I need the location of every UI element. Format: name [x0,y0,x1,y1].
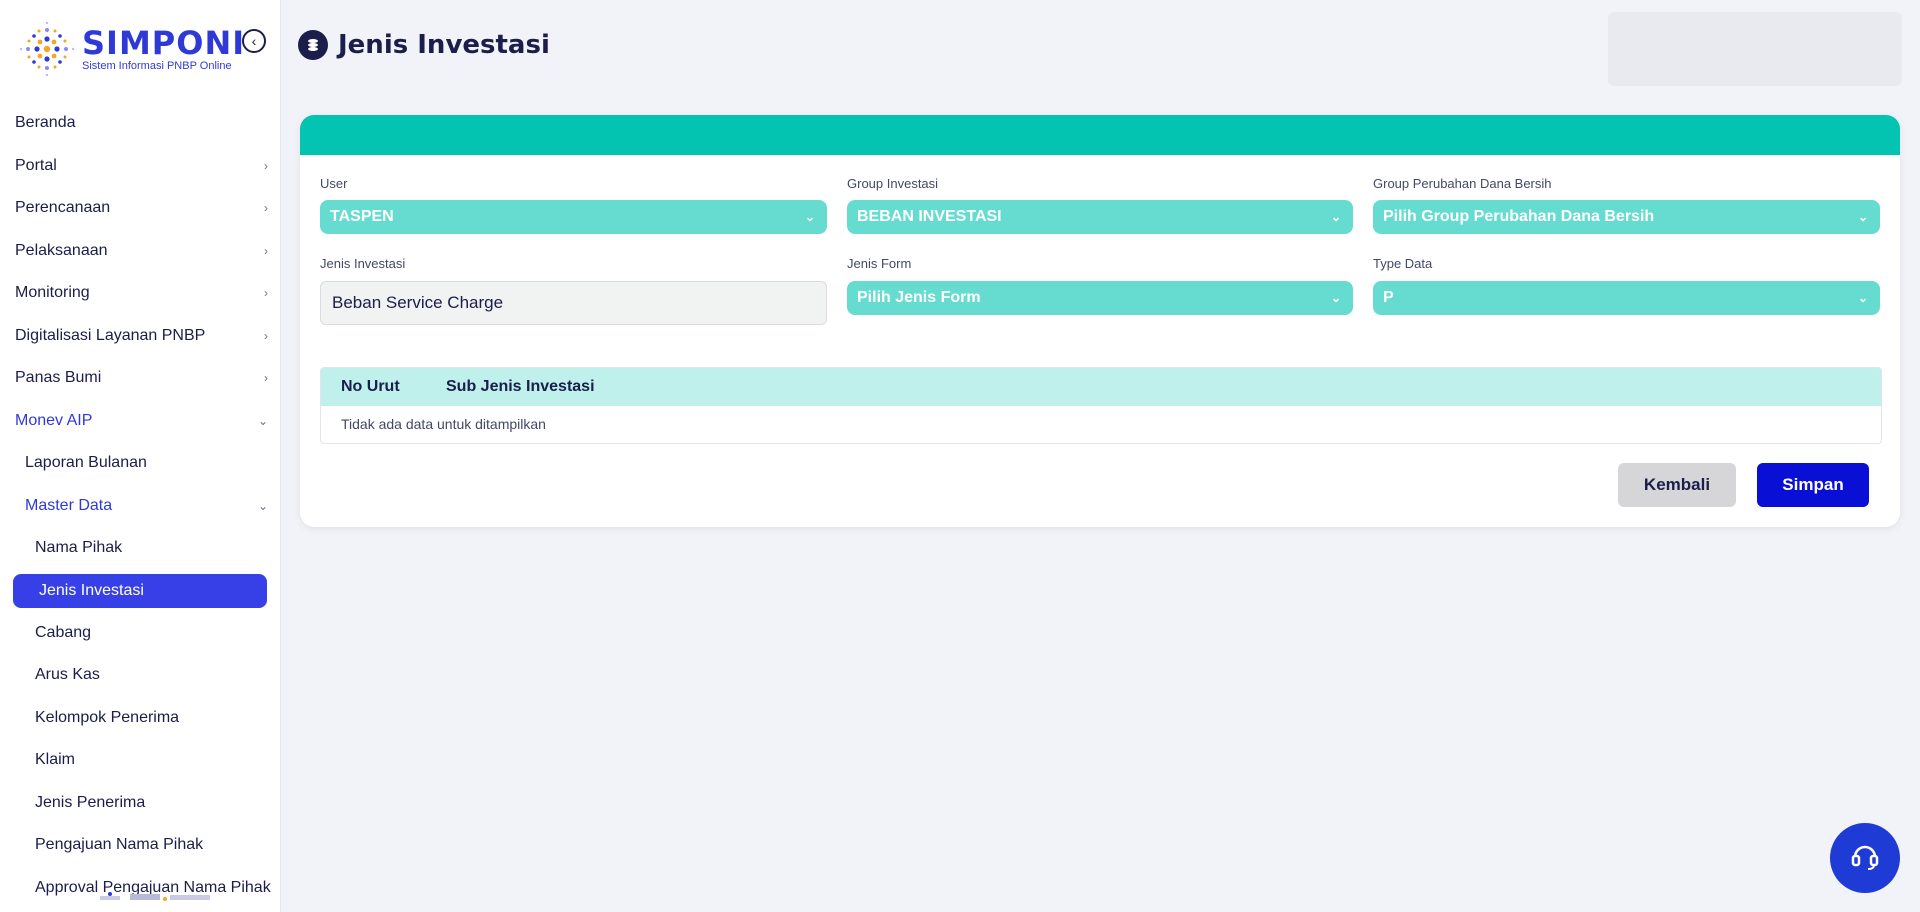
sidebar-item-panas-bumi[interactable]: Panas Bumi › [0,357,280,400]
column-header-sub-jenis: Sub Jenis Investasi [446,378,595,395]
sidebar-item-nama-pihak[interactable]: Nama Pihak [0,527,280,570]
sidebar-item-label: Panas Bumi [15,369,102,387]
sidebar: SIMPONI Sistem Informasi PNBP Online ‹ B… [0,0,281,912]
sidebar-item-monitoring[interactable]: Monitoring › [0,272,280,315]
chevron-right-icon: › [264,328,268,343]
jenis-investasi-input[interactable]: Beban Service Charge [320,281,827,325]
sidebar-item-cabang[interactable]: Cabang [0,612,280,655]
chevron-right-icon: › [264,286,268,301]
group-perubahan-label: Group Perubahan Dana Bersih [1373,176,1552,191]
user-select-value: TASPEN [330,208,394,225]
table-empty-message: Tidak ada data untuk ditampilkan [341,416,546,432]
sidebar-item-beranda[interactable]: Beranda [0,102,280,145]
sidebar-item-jenis-investasi[interactable]: Jenis Investasi [13,573,267,608]
sidebar-item-label: Digitalisasi Layanan PNBP [15,326,206,344]
type-data-label: Type Data [1373,256,1433,271]
chevron-down-icon: ⌄ [257,413,268,428]
logo-title: SIMPONI [82,24,246,62]
chevron-right-icon: › [264,201,268,216]
chevron-down-icon: ⌄ [1330,291,1341,305]
sidebar-item-label: Master Data [25,496,113,514]
chevron-down-icon: ⌄ [1857,210,1868,224]
group-perubahan-value: Pilih Group Perubahan Dana Bersih [1383,208,1655,225]
collapse-sidebar-button[interactable]: ‹ [242,29,266,53]
help-button[interactable] [1830,823,1900,893]
jenis-form-label: Jenis Form [847,256,912,271]
logo[interactable]: SIMPONI Sistem Informasi PNBP Online [18,18,248,80]
card-header-bar [300,115,1900,155]
type-data-select[interactable]: P ⌄ [1373,281,1880,315]
sidebar-item-pelaksanaan[interactable]: Pelaksanaan › [0,230,280,273]
sidebar-item-jenis-penerima[interactable]: Jenis Penerima [0,782,280,825]
sidebar-item-label: Beranda [15,114,76,132]
page-header: Jenis Investasi [298,30,550,60]
sidebar-item-label: Arus Kas [35,666,100,684]
sidebar-item-label: Nama Pihak [35,539,123,557]
headset-icon [1848,839,1882,878]
page-title: Jenis Investasi [338,30,550,60]
logo-subtitle: Sistem Informasi PNBP Online [82,60,232,72]
sidebar-item-label: Pelaksanaan [15,241,108,259]
group-investasi-value: BEBAN INVESTASI [857,208,1002,225]
decorative-art [70,890,220,904]
table-header: No Urut Sub Jenis Investasi [321,368,1881,406]
chevron-down-icon: ⌄ [804,210,815,224]
sidebar-item-label: Klaim [35,751,76,769]
form-card: User TASPEN ⌄ Group Investasi BEBAN INVE… [300,115,1900,527]
chevron-left-icon: ‹ [251,33,257,49]
sidebar-item-laporan-bulanan[interactable]: Laporan Bulanan [0,442,280,485]
chevron-right-icon: › [264,371,268,386]
sidebar-item-arus-kas[interactable]: Arus Kas [0,654,280,697]
sidebar-item-label: Cabang [35,623,92,641]
sidebar-item-label: Perencanaan [15,199,111,217]
sidebar-item-klaim[interactable]: Klaim [0,739,280,782]
group-perubahan-select[interactable]: Pilih Group Perubahan Dana Bersih ⌄ [1373,200,1880,234]
jenis-investasi-label: Jenis Investasi [320,256,406,271]
jenis-form-select[interactable]: Pilih Jenis Form ⌄ [847,281,1353,315]
chevron-down-icon: ⌄ [1330,210,1341,224]
group-investasi-select[interactable]: BEBAN INVESTASI ⌄ [847,200,1353,234]
sidebar-item-master-data[interactable]: Master Data ⌄ [0,485,280,528]
group-investasi-label: Group Investasi [847,176,939,191]
coins-icon [298,30,328,60]
sidebar-item-pengajuan-nama-pihak[interactable]: Pengajuan Nama Pihak [0,824,280,867]
sidebar-item-label: Portal [15,156,57,174]
sidebar-nav: Beranda Portal › Perencanaan › Pelaksanaan… [0,102,280,909]
simpan-button[interactable]: Simpan [1757,463,1869,507]
sidebar-item-digitalisasi[interactable]: Digitalisasi Layanan PNBP › [0,315,280,358]
user-profile-area[interactable] [1608,12,1902,86]
sidebar-item-label: Monitoring [15,284,90,302]
chevron-right-icon: › [264,243,268,258]
column-header-no-urut: No Urut [341,378,400,395]
sidebar-item-kelompok-penerima[interactable]: Kelompok Penerima [0,697,280,740]
sidebar-item-label: Jenis Investasi [39,581,144,599]
type-data-value: P [1383,289,1394,306]
sidebar-item-portal[interactable]: Portal › [0,145,280,188]
sidebar-item-label: Monev AIP [15,411,93,429]
chevron-down-icon: ⌄ [257,498,268,513]
sidebar-item-perencanaan[interactable]: Perencanaan › [0,187,280,230]
chevron-right-icon: › [264,158,268,173]
sidebar-item-label: Kelompok Penerima [35,708,180,726]
sidebar-item-label: Pengajuan Nama Pihak [35,836,204,854]
sidebar-item-label: Jenis Penerima [35,793,146,811]
sub-jenis-table: No Urut Sub Jenis Investasi Tidak ada da… [320,367,1882,444]
user-select[interactable]: TASPEN ⌄ [320,200,827,234]
jenis-form-value: Pilih Jenis Form [857,289,981,306]
chevron-down-icon: ⌄ [1857,291,1868,305]
sidebar-item-monev-aip[interactable]: Monev AIP ⌄ [0,400,280,443]
kembali-button[interactable]: Kembali [1618,463,1736,507]
sidebar-item-label: Laporan Bulanan [25,454,147,472]
logo-mark-icon [18,20,76,78]
user-label: User [320,176,348,191]
